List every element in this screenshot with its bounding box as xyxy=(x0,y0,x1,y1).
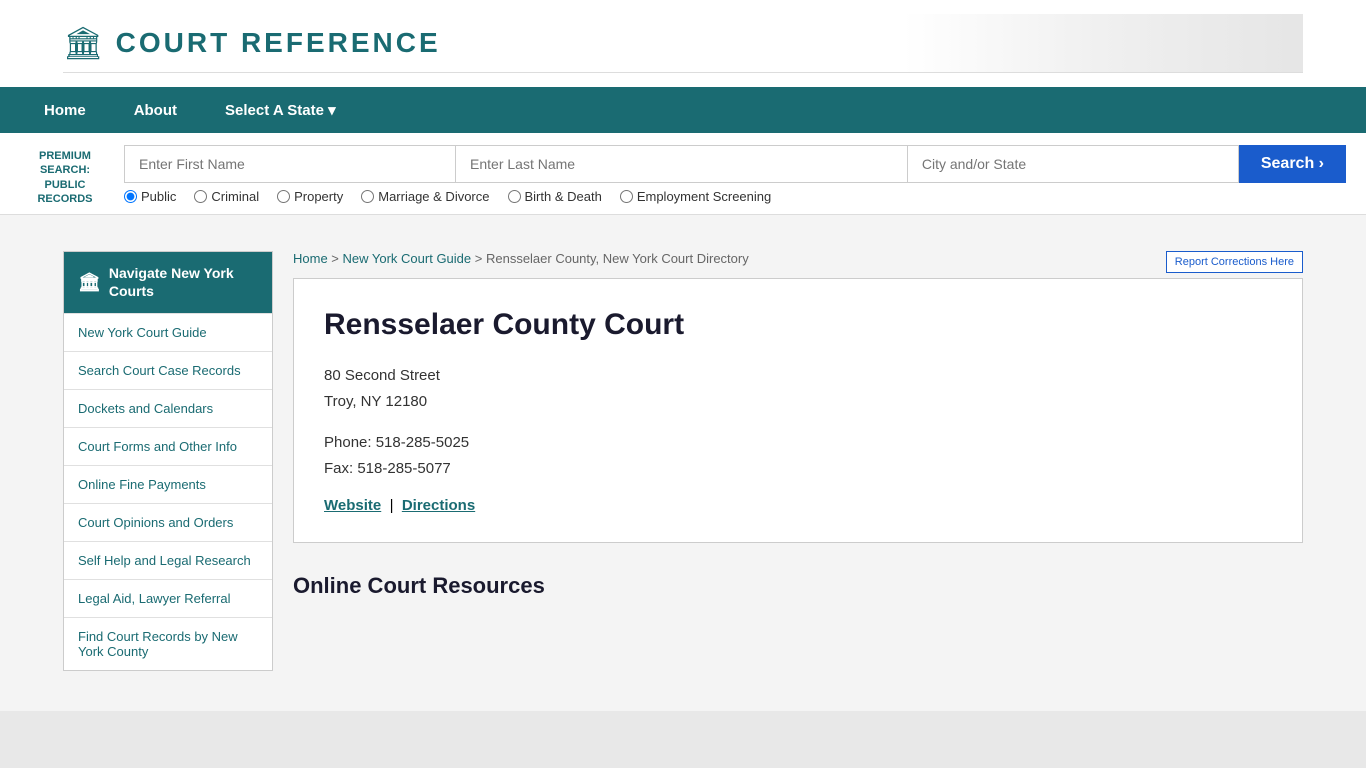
court-links: Website | Directions xyxy=(324,497,1272,514)
radio-property[interactable]: Property xyxy=(277,189,343,204)
report-corrections-button[interactable]: Report Corrections Here xyxy=(1166,251,1303,273)
address-line1: 80 Second Street xyxy=(324,367,440,384)
online-resources: Online Court Resources xyxy=(293,563,1303,599)
first-name-input[interactable] xyxy=(124,145,455,183)
sidebar-header-text: Navigate New York Courts xyxy=(109,264,258,300)
last-name-input[interactable] xyxy=(455,145,907,183)
radio-public[interactable]: Public xyxy=(124,189,176,204)
breadcrumb: Home > New York Court Guide > Rensselaer… xyxy=(293,251,1303,266)
logo-text: COURT REFERENCE xyxy=(116,27,441,59)
court-title: Rensselaer County Court xyxy=(324,307,1272,343)
sidebar-item-search-records[interactable]: Search Court Case Records xyxy=(64,351,272,389)
nav-home[interactable]: Home xyxy=(20,87,110,133)
main-layout: 🏛 Navigate New York Courts New York Cour… xyxy=(63,231,1303,690)
radio-criminal[interactable]: Criminal xyxy=(194,189,259,204)
search-button[interactable]: Search › xyxy=(1239,145,1346,183)
court-phone-info: Phone: 518-285-5025 Fax: 518-285-5077 xyxy=(324,430,1272,481)
courthouse-icon: 🏛 xyxy=(78,271,101,294)
sidebar: 🏛 Navigate New York Courts New York Cour… xyxy=(63,251,273,670)
logo-icon: 🏛 xyxy=(63,24,104,62)
sidebar-item-find-records[interactable]: Find Court Records by New York County xyxy=(64,617,272,670)
nav-select-state[interactable]: Select A State ▾ xyxy=(201,87,360,133)
nav-about[interactable]: About xyxy=(110,87,201,133)
premium-label: PREMIUM SEARCH: PUBLIC RECORDS xyxy=(20,149,110,206)
court-directions-link[interactable]: Directions xyxy=(402,497,475,514)
sidebar-item-opinions[interactable]: Court Opinions and Orders xyxy=(64,503,272,541)
sidebar-item-self-help[interactable]: Self Help and Legal Research xyxy=(64,541,272,579)
radio-employment[interactable]: Employment Screening xyxy=(620,189,771,204)
radio-marriage-divorce[interactable]: Marriage & Divorce xyxy=(361,189,489,204)
breadcrumb-current: Rensselaer County, New York Court Direct… xyxy=(486,251,749,266)
court-address: 80 Second Street Troy, NY 12180 xyxy=(324,363,1272,414)
breadcrumb-guide[interactable]: New York Court Guide xyxy=(343,251,472,266)
breadcrumb-home[interactable]: Home xyxy=(293,251,328,266)
main-nav: Home About Select A State ▾ xyxy=(0,87,1366,133)
sidebar-item-fine-payments[interactable]: Online Fine Payments xyxy=(64,465,272,503)
sidebar-item-ny-court-guide[interactable]: New York Court Guide xyxy=(64,313,272,351)
sidebar-header: 🏛 Navigate New York Courts xyxy=(64,252,272,312)
court-phone: Phone: 518-285-5025 xyxy=(324,434,469,451)
court-website-link[interactable]: Website xyxy=(324,497,381,514)
online-resources-heading: Online Court Resources xyxy=(293,563,1303,599)
sidebar-item-legal-aid[interactable]: Legal Aid, Lawyer Referral xyxy=(64,579,272,617)
radio-birth-death[interactable]: Birth & Death xyxy=(508,189,602,204)
sidebar-item-court-forms[interactable]: Court Forms and Other Info xyxy=(64,427,272,465)
address-line2: Troy, NY 12180 xyxy=(324,393,427,410)
content-area: Home > New York Court Guide > Rensselaer… xyxy=(293,251,1303,670)
search-bar: PREMIUM SEARCH: PUBLIC RECORDS Search › … xyxy=(0,133,1366,215)
court-card: Rensselaer County Court 80 Second Street… xyxy=(293,278,1303,543)
sidebar-item-dockets[interactable]: Dockets and Calendars xyxy=(64,389,272,427)
court-fax: Fax: 518-285-5077 xyxy=(324,460,451,477)
city-state-input[interactable] xyxy=(907,145,1239,183)
